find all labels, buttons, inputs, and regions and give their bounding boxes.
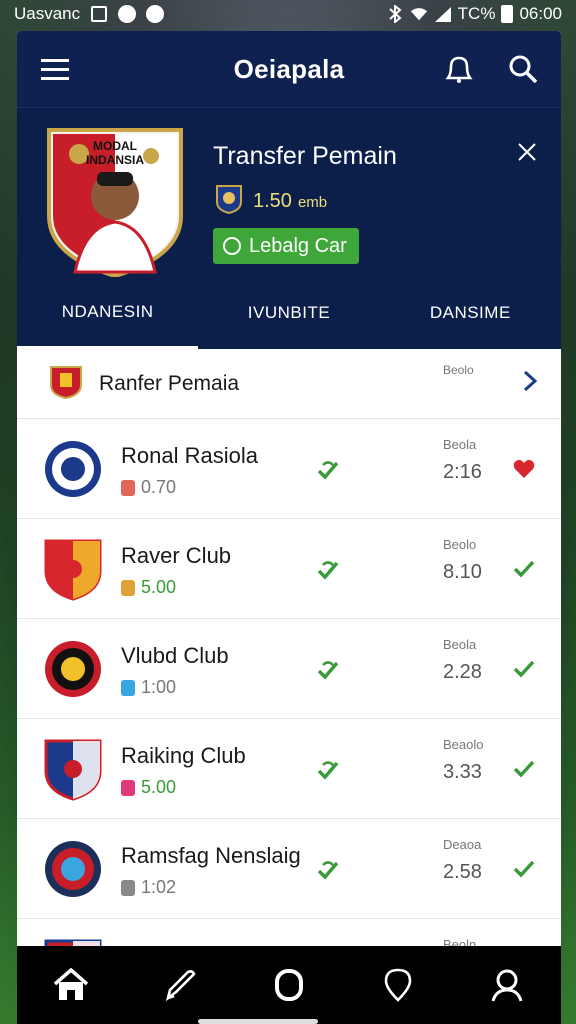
club-sub-value: 5.00 — [121, 577, 176, 598]
tab-bar: NDANESIN IVUNBITE DANSIME — [17, 277, 561, 349]
menu-icon[interactable] — [37, 51, 73, 87]
club-sub-value-text: 1:02 — [141, 877, 177, 897]
battery-icon — [501, 5, 514, 23]
carrier-text: Uasvanc — [14, 4, 81, 23]
chevron-right-icon[interactable] — [523, 370, 538, 397]
bottom-nav — [17, 946, 561, 1024]
notification-chat-icon — [146, 5, 165, 23]
club-row[interactable]: Naunu CakBeoln — [17, 919, 561, 946]
value-chip-icon — [121, 879, 135, 896]
location-icon[interactable] — [380, 967, 416, 1003]
club-badge-icon — [215, 184, 243, 219]
hero-title: Transfer Pemain — [213, 142, 397, 170]
club-row[interactable]: Vlubd Club 1:00 Beola 2.28 — [17, 619, 561, 719]
club-value: 3.33 — [443, 761, 482, 783]
battery-percent: TC% — [457, 4, 496, 23]
app-bar: Oeiapala — [17, 31, 561, 107]
close-icon[interactable] — [513, 138, 541, 166]
player-hero: MODAL INDANSIA Transfer Pemain 1.50 emb L… — [17, 107, 561, 279]
wifi-icon — [410, 5, 428, 23]
club-crest-icon — [43, 437, 103, 501]
circle-icon[interactable] — [271, 967, 307, 1003]
club-crest-icon — [43, 537, 103, 601]
home-indicator — [198, 1019, 318, 1024]
club-row[interactable]: Ronal Rasiola 0.70 Beola 2:16 — [17, 419, 561, 519]
search-icon[interactable] — [505, 51, 541, 87]
club-value: 2:16 — [443, 461, 482, 483]
main-card: Oeiapala MODAL INDANSIA Transfer Pemain … — [17, 31, 561, 946]
column-label: Beoln — [443, 937, 477, 946]
club-crest-icon — [43, 937, 103, 946]
tab-2[interactable]: IVUNBITE — [198, 277, 379, 349]
club-row[interactable]: Ramsfag Nenslaig 1:02 Deaoa 2.58 — [17, 819, 561, 919]
club-value: 2.28 — [443, 661, 482, 683]
clock: 06:00 — [519, 4, 562, 23]
action-button-label: Lebalg Car — [249, 234, 347, 257]
player-crest: MODAL INDANSIA — [45, 126, 185, 279]
value-chip-icon — [121, 679, 135, 696]
club-crest-icon — [43, 637, 103, 701]
list-header-crest-icon — [49, 363, 83, 404]
club-list: Ronal Rasiola 0.70 Beola 2:16 Raver Club 5.00… — [17, 419, 561, 946]
notification-box-icon — [90, 5, 108, 23]
list-header[interactable]: Ranfer Pemaia Beolo — [17, 349, 561, 419]
club-sub-value-text: 0.70 — [141, 477, 177, 497]
crest-text-2: INDANSIA — [86, 153, 144, 167]
hero-value-unit: emb — [297, 194, 328, 211]
list-header-column-label: Beolo — [443, 363, 474, 377]
button-icon — [223, 237, 241, 255]
tab-1[interactable]: NDANESIN — [17, 277, 199, 349]
check-icon[interactable] — [513, 859, 535, 884]
club-crest-icon — [43, 737, 103, 801]
value-chip-icon — [121, 579, 135, 596]
tab-3[interactable]: DANSIME — [380, 277, 561, 349]
crest-text-1: MODAL — [93, 139, 137, 153]
status-bar: Uasvanc TC% 06:00 — [0, 0, 576, 28]
pencil-icon[interactable] — [162, 967, 198, 1003]
club-sub-value-text: 5.00 — [141, 577, 177, 597]
value-chip-icon — [121, 479, 135, 496]
club-sub-value: 5.00 — [121, 777, 176, 798]
column-label: Beola — [443, 437, 477, 452]
club-name: Ramsfag Nenslaig — [121, 843, 301, 868]
check-icon[interactable] — [513, 659, 535, 684]
verified-check-icon — [317, 659, 339, 686]
list-header-title: Ranfer Pemaia — [99, 371, 240, 395]
verified-check-icon — [317, 459, 339, 486]
bluetooth-icon — [386, 5, 404, 23]
club-name: Raver Club — [121, 543, 232, 568]
club-value: 2.58 — [443, 861, 482, 883]
club-crest-icon — [43, 837, 103, 901]
club-name: Vlubd Club — [121, 643, 229, 668]
club-value: 8.10 — [443, 561, 482, 583]
action-button[interactable]: Lebalg Car — [213, 228, 359, 264]
club-sub-value-text: 1:00 — [141, 677, 177, 697]
club-name: Ronal Rasiola — [121, 443, 258, 468]
club-name: Raiking Club — [121, 743, 246, 768]
value-chip-icon — [121, 779, 135, 796]
club-sub-value-text: 5.00 — [141, 777, 177, 797]
check-icon[interactable] — [513, 559, 535, 584]
verified-check-icon — [317, 559, 339, 586]
club-row[interactable]: Raver Club 5.00 Beolo 8.10 — [17, 519, 561, 619]
club-sub-value: 0.70 — [121, 477, 176, 498]
club-sub-value: 1:00 — [121, 677, 176, 698]
column-label: Beolo — [443, 537, 477, 552]
signal-icon — [434, 5, 452, 23]
club-sub-value: 1:02 — [121, 877, 176, 898]
hero-value: 1.50 emb — [215, 184, 327, 219]
home-icon[interactable] — [53, 967, 89, 1003]
heart-icon[interactable] — [513, 459, 535, 484]
verified-check-icon — [317, 859, 339, 886]
notification-circle-icon — [118, 5, 137, 23]
column-label: Beaolo — [443, 737, 484, 752]
notification-bell-icon[interactable] — [441, 51, 477, 87]
check-icon[interactable] — [513, 759, 535, 784]
hero-value-number: 1.50 — [253, 190, 292, 212]
profile-icon[interactable] — [489, 967, 525, 1003]
column-label: Deaoa — [443, 837, 482, 852]
verified-check-icon — [317, 759, 339, 786]
column-label: Beola — [443, 637, 477, 652]
club-row[interactable]: Raiking Club 5.00 Beaolo 3.33 — [17, 719, 561, 819]
